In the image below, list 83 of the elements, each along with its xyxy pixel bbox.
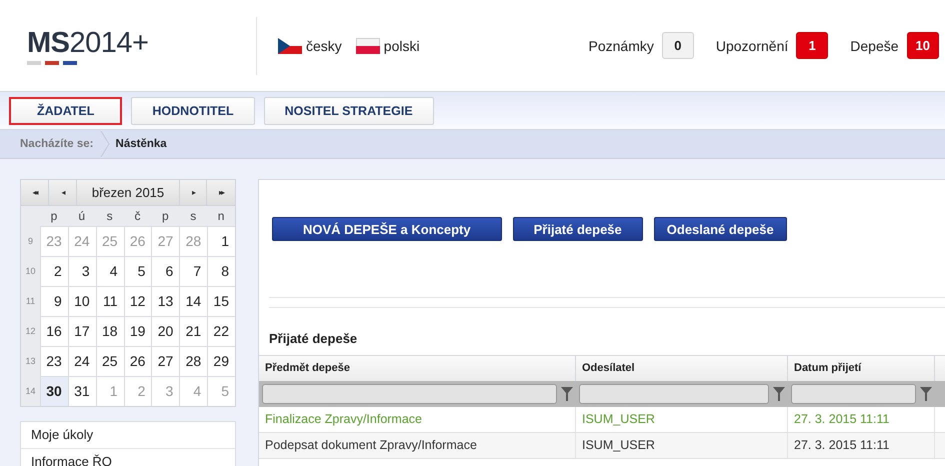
calendar-day[interactable]: 25 (96, 346, 124, 376)
calendar-day[interactable]: 1 (207, 226, 235, 256)
filter-input[interactable] (262, 384, 557, 404)
weekday-label: č (133, 208, 142, 225)
table-cell: 27. 3. 2015 11:11 (788, 407, 935, 432)
calendar-day[interactable]: 27 (151, 346, 180, 376)
calendar-day[interactable]: 19 (124, 316, 152, 346)
table-cell: Finalizace Zpravy/Informace (259, 407, 576, 432)
counter-badge[interactable]: 0 (662, 32, 694, 59)
week-number: 9 (26, 235, 34, 248)
role-tab[interactable]: NOSITEL STRATEGIE (264, 96, 434, 124)
weekday-label: p (161, 208, 170, 225)
weekday-label: n (216, 208, 226, 225)
calendar-day[interactable]: 8 (207, 256, 235, 286)
calendar-day[interactable]: 14 (179, 286, 208, 316)
calendar-day[interactable]: 7 (179, 256, 208, 286)
breadcrumb-label: Nacházíte se: (19, 138, 95, 150)
action-button[interactable]: Přijaté depeše (512, 217, 643, 241)
calendar-day[interactable]: 4 (96, 256, 124, 286)
calendar-day[interactable]: 17 (68, 316, 96, 346)
calendar-day[interactable]: 6 (151, 256, 180, 286)
calendar-day[interactable]: 24 (68, 346, 96, 376)
table-cell: 27. 3. 2015 11:11 (788, 433, 935, 458)
weekday-label: s (189, 208, 198, 225)
week-number: 11 (24, 295, 36, 308)
counter-label: Poznámky (588, 38, 654, 54)
counter-label: Depeše (850, 38, 899, 54)
calendar-day[interactable]: 9 (40, 286, 68, 316)
week-number: 10 (24, 265, 36, 278)
language-link[interactable]: polski (356, 38, 420, 54)
calendar-nav-button[interactable]: ◂ (49, 180, 77, 205)
breadcrumb-current[interactable]: Nástěnka (110, 138, 167, 150)
calendar-month: březen 2015 (90, 184, 166, 202)
flag-icon (356, 38, 380, 54)
flag-icon (278, 38, 302, 54)
calendar-day[interactable]: 15 (207, 286, 235, 316)
calendar-day[interactable]: 31 (68, 376, 96, 406)
counter-badge[interactable]: 10 (906, 32, 939, 59)
table-cell: ISUM_USER (576, 433, 788, 458)
weekday-label: ú (77, 208, 86, 225)
calendar-day[interactable]: 3 (68, 256, 96, 286)
calendar-day[interactable]: 23 (40, 346, 68, 376)
calendar-nav-button[interactable]: ◂◂ (21, 180, 49, 205)
filter-input[interactable] (791, 384, 916, 404)
calendar-day[interactable]: 26 (124, 346, 152, 376)
week-number: 14 (24, 385, 36, 398)
calendar-day[interactable]: 18 (96, 316, 124, 346)
table-cell: Podepsat dokument Zpravy/Informace (259, 433, 576, 458)
counter-badge[interactable]: 1 (796, 32, 828, 59)
calendar-nav-button[interactable]: ▸ (179, 180, 207, 205)
weekday-label: p (50, 208, 58, 225)
calendar-day[interactable]: 10 (68, 286, 96, 316)
table-cell: ISUM_USER (576, 407, 788, 432)
calendar-day[interactable]: 13 (151, 286, 180, 316)
calendar-day[interactable]: 16 (40, 316, 68, 346)
calendar-nav-button[interactable]: ▸▸ (207, 180, 235, 205)
calendar-day[interactable]: 29 (207, 346, 235, 376)
role-tab[interactable]: ŽADATEL (9, 96, 122, 124)
filter-icon[interactable] (920, 387, 932, 401)
side-menu-item[interactable]: Moje úkoly (21, 422, 235, 449)
counter-label: Upozornění (716, 38, 788, 54)
logo: MS2014+ (27, 26, 157, 64)
filter-input[interactable] (579, 384, 769, 404)
calendar-day[interactable]: 2 (40, 256, 68, 286)
week-number: 12 (24, 325, 36, 338)
role-tab[interactable]: HODNOTITEL (131, 96, 255, 124)
calendar-day[interactable]: 21 (179, 316, 208, 346)
table-title: Přijaté depeše (268, 330, 358, 348)
weekday-label: s (106, 208, 114, 225)
calendar-day[interactable]: 28 (179, 346, 208, 376)
language-link[interactable]: česky (278, 38, 342, 54)
action-button[interactable]: NOVÁ DEPEŠE a Koncepty (272, 217, 502, 241)
calendar-day[interactable]: 5 (124, 256, 152, 286)
calendar-day[interactable]: 30 (40, 376, 68, 406)
calendar-day[interactable]: 20 (151, 316, 180, 346)
side-menu-item[interactable]: Informace ŘO (21, 449, 235, 466)
filter-icon[interactable] (773, 387, 785, 401)
calendar-day[interactable]: 22 (207, 316, 235, 346)
calendar-day[interactable]: 11 (96, 286, 124, 316)
week-number: 13 (24, 355, 36, 368)
filter-icon[interactable] (561, 387, 573, 401)
action-button[interactable]: Odeslané depeše (654, 217, 787, 241)
calendar-day[interactable]: 12 (124, 286, 152, 316)
